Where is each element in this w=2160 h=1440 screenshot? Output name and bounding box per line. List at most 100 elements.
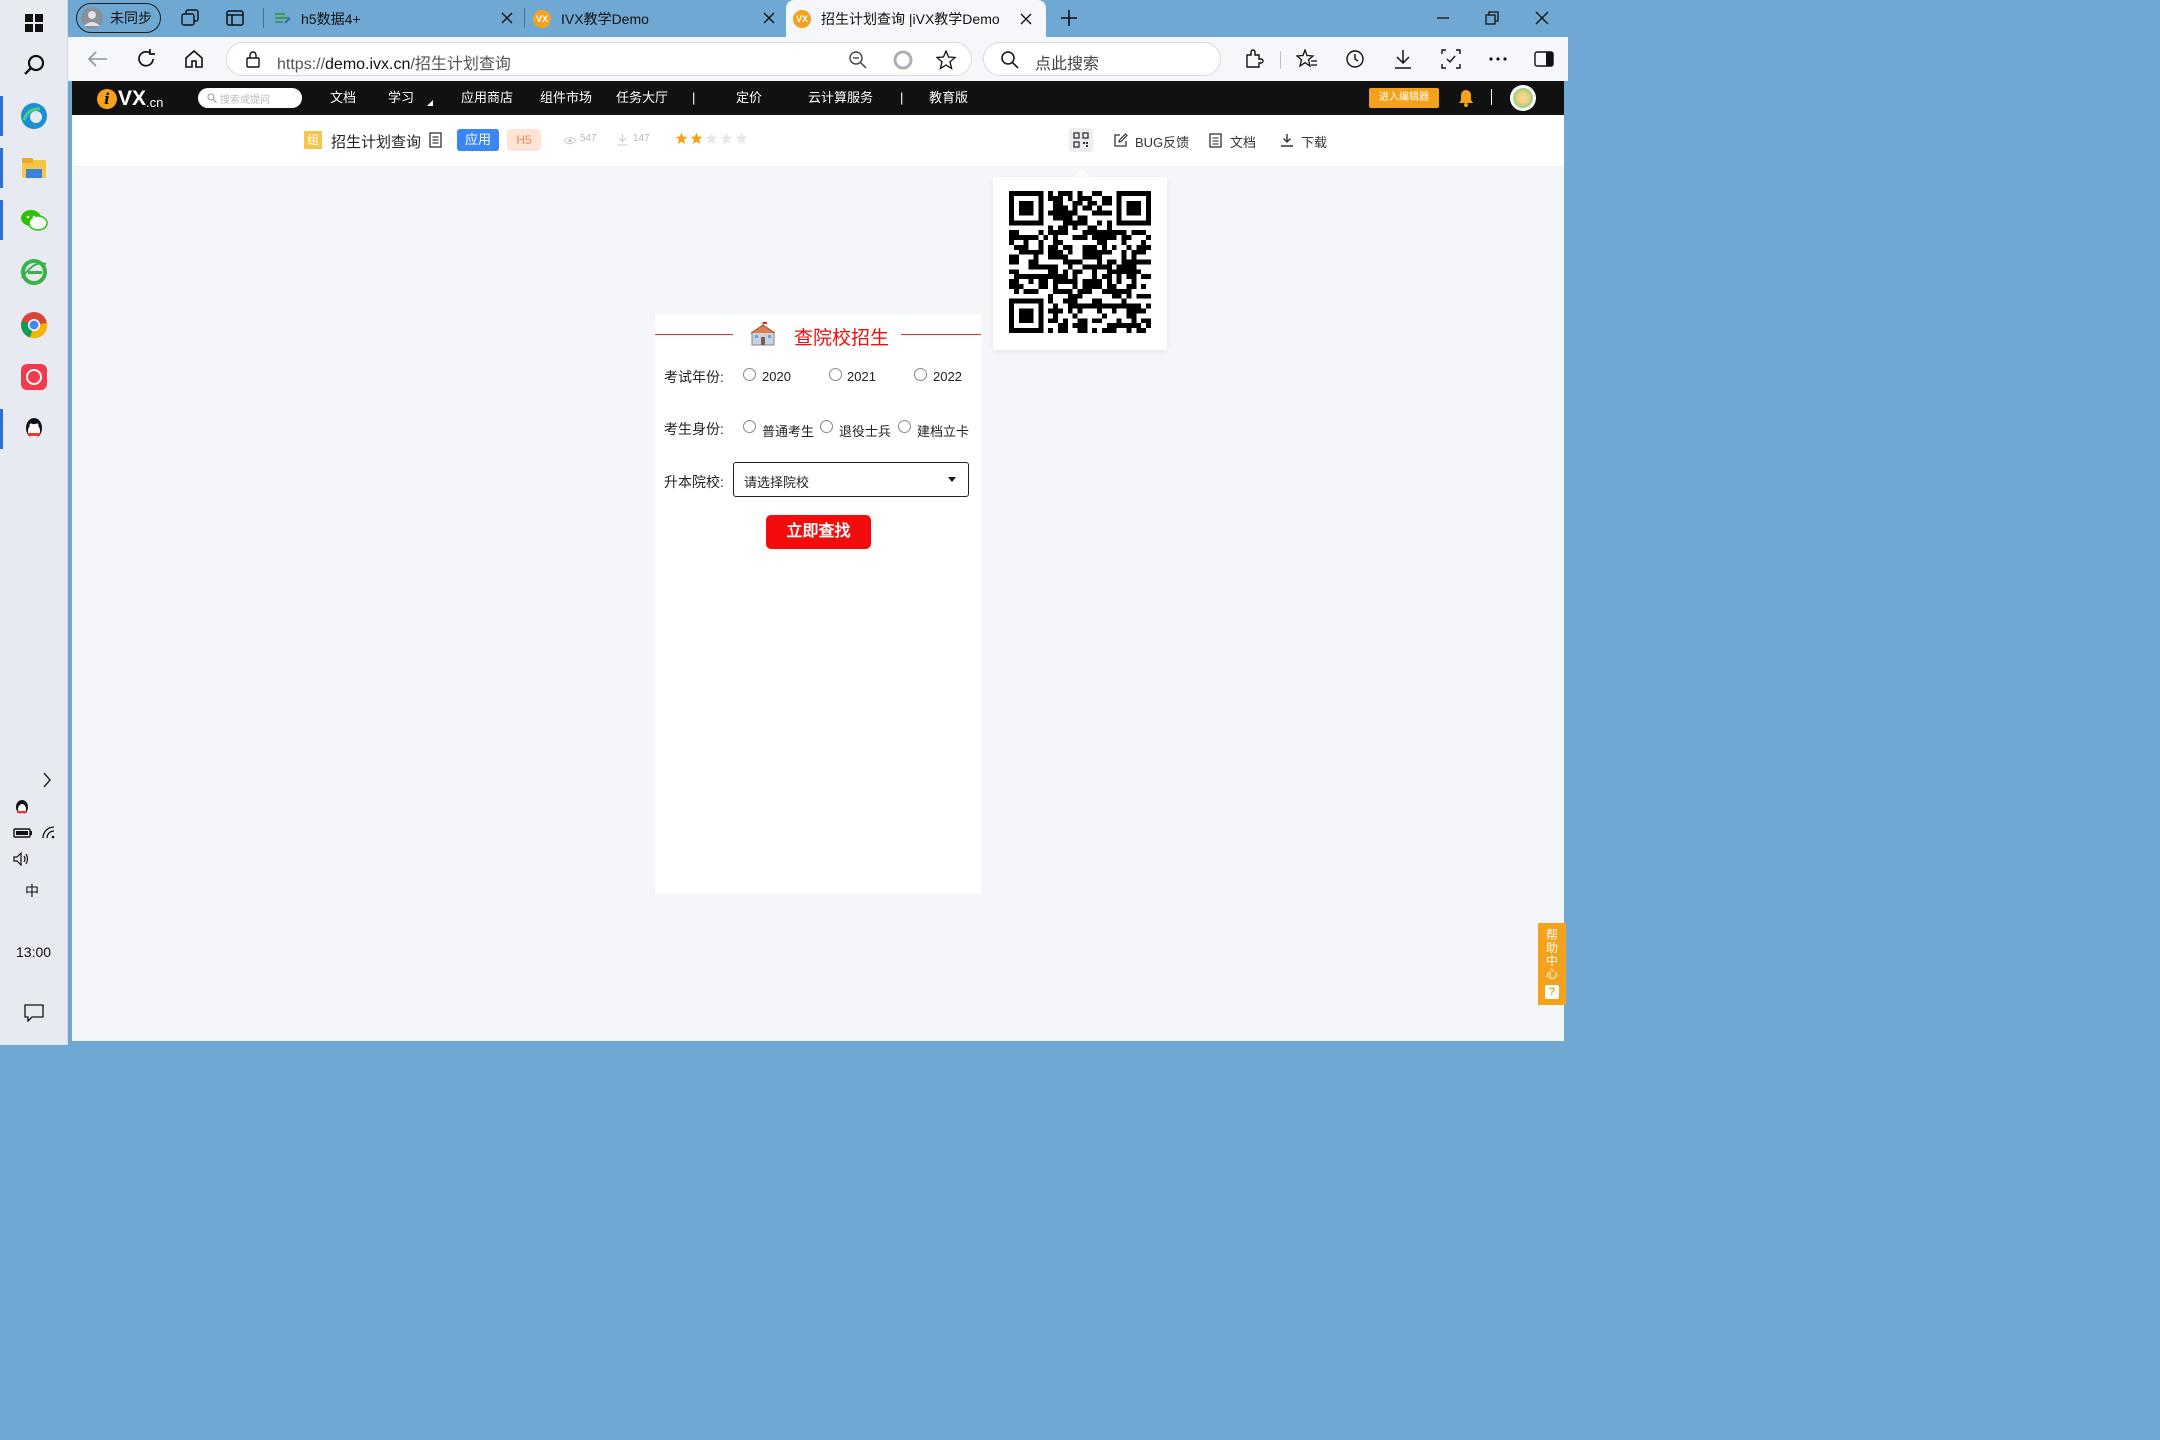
tab-ivx-demo[interactable]: VX IVX教学Demo <box>530 0 782 37</box>
app-preview-card: 查院校招生 考试年份: 2020 2021 2022 考生身份: 普通考生 退役… <box>655 314 981 894</box>
search-icon[interactable] <box>19 50 49 80</box>
web-search-bar[interactable]: 点此搜索 <box>983 42 1221 76</box>
document-icon[interactable] <box>429 132 442 148</box>
nav-app-store[interactable]: 应用商店 <box>461 81 513 115</box>
search-submit-button[interactable]: 立即查找 <box>766 515 871 549</box>
favorite-star-icon[interactable] <box>935 49 957 75</box>
caret-icon <box>427 100 433 106</box>
clock[interactable]: 13:00 <box>16 944 51 960</box>
history-icon[interactable] <box>1343 47 1367 71</box>
new-tab-icon[interactable] <box>1060 9 1078 32</box>
back-icon[interactable] <box>86 47 110 71</box>
close-icon[interactable] <box>763 11 775 27</box>
nav-learn[interactable]: 学习 <box>388 81 414 115</box>
radio-poverty[interactable] <box>898 420 911 433</box>
qr-code-button[interactable] <box>1069 128 1093 152</box>
download-link[interactable]: 下载 <box>1301 132 1327 151</box>
bug-feedback-link[interactable]: BUG反馈 <box>1135 132 1189 151</box>
file-explorer-icon[interactable] <box>19 153 49 183</box>
extensions-icon[interactable] <box>1242 47 1266 71</box>
wifi-icon[interactable] <box>41 825 57 844</box>
ime-indicator[interactable]: 中 <box>25 881 39 901</box>
favorites-icon[interactable] <box>1295 47 1319 71</box>
app-red-icon[interactable] <box>19 362 49 392</box>
tab-enrollment[interactable]: VX 招生计划查询 |iVX教学Demo <box>786 0 1046 37</box>
nav-education[interactable]: 教育版 <box>929 81 968 115</box>
star-empty-icon[interactable] <box>705 132 718 145</box>
screenshot-icon[interactable] <box>1439 47 1463 71</box>
radio-2021-label[interactable]: 2021 <box>847 369 876 384</box>
tab-actions-icon[interactable] <box>226 10 244 31</box>
edge-icon[interactable] <box>19 101 49 131</box>
ie-icon[interactable] <box>19 257 49 287</box>
zoom-out-icon[interactable] <box>849 51 867 74</box>
nav-cloud[interactable]: 云计算服务 <box>808 81 873 115</box>
wechat-icon[interactable] <box>19 205 49 235</box>
home-icon[interactable] <box>182 47 206 71</box>
radio-veteran[interactable] <box>820 420 833 433</box>
school-select[interactable]: 请选择院校 <box>733 462 969 497</box>
qq-icon[interactable] <box>19 414 49 444</box>
radio-2020-label[interactable]: 2020 <box>762 369 791 384</box>
radio-regular-label[interactable]: 普通考生 <box>762 421 814 440</box>
volume-icon[interactable] <box>13 851 31 871</box>
radio-2022-label[interactable]: 2022 <box>933 369 962 384</box>
windows-start-icon[interactable] <box>19 8 49 38</box>
star-filled-icon[interactable] <box>675 132 688 145</box>
ivx-logo-i-icon: i <box>97 89 117 109</box>
radio-poverty-label[interactable]: 建档立卡 <box>917 421 969 440</box>
h5-favicon-icon <box>275 12 291 24</box>
downloads-icon[interactable] <box>1391 47 1415 71</box>
more-icon[interactable] <box>1486 47 1510 71</box>
group-badge: 组 <box>304 131 322 149</box>
close-icon[interactable] <box>501 11 513 27</box>
radio-veteran-label[interactable]: 退役士兵 <box>839 421 891 440</box>
avatar[interactable] <box>1510 85 1536 111</box>
radio-regular[interactable] <box>743 420 756 433</box>
qr-code-image <box>1009 191 1151 333</box>
close-window-icon[interactable] <box>1535 11 1549 30</box>
nav-task-hall[interactable]: 任务大厅 <box>616 81 668 115</box>
logo-suffix: .cn <box>146 94 164 110</box>
sidebar-toggle-icon[interactable] <box>1532 47 1556 71</box>
radio-2021[interactable] <box>829 368 842 381</box>
docs-link[interactable]: 文档 <box>1230 132 1256 151</box>
profile-button[interactable]: 未同步 <box>76 3 161 33</box>
star-empty-icon[interactable] <box>720 132 733 145</box>
notification-icon[interactable] <box>24 1004 44 1027</box>
school-label: 升本院校: <box>664 474 724 490</box>
nav-component-market[interactable]: 组件市场 <box>540 81 592 115</box>
chevron-right-icon[interactable] <box>42 772 52 793</box>
qq-tray-icon[interactable] <box>14 799 30 822</box>
url-text[interactable]: https://demo.ivx.cn/招生计划查询 <box>277 50 511 74</box>
tab-h5[interactable]: h5数据4+ <box>270 0 522 37</box>
workspaces-icon[interactable] <box>180 9 200 32</box>
edit-icon <box>1114 133 1128 147</box>
minimize-icon[interactable] <box>1436 11 1450 30</box>
enter-editor-button[interactable]: 进入编辑器 <box>1369 88 1439 108</box>
close-icon[interactable] <box>1020 12 1032 28</box>
restore-icon[interactable] <box>1485 11 1499 30</box>
chevron-down-icon <box>948 477 956 482</box>
nav-docs[interactable]: 文档 <box>330 81 356 115</box>
chrome-icon[interactable] <box>19 310 49 340</box>
tag-h5: H5 <box>507 129 541 151</box>
nav-pricing[interactable]: 定价 <box>736 81 762 115</box>
ivx-logo[interactable]: i VX .cn <box>97 87 163 111</box>
edge-feature-icon[interactable] <box>893 50 913 75</box>
title-line-right <box>901 334 981 335</box>
radio-2020[interactable] <box>743 368 756 381</box>
qr-code-icon <box>1073 132 1089 148</box>
star-empty-icon[interactable] <box>735 132 748 145</box>
rating-stars[interactable] <box>675 132 748 145</box>
bell-icon[interactable] <box>1458 89 1474 107</box>
star-filled-icon[interactable] <box>690 132 703 145</box>
address-bar[interactable]: https://demo.ivx.cn/招生计划查询 <box>226 42 972 76</box>
lock-icon[interactable] <box>246 51 260 73</box>
battery-icon[interactable] <box>13 826 33 844</box>
site-search-input[interactable]: 搜索或提问 <box>198 88 302 108</box>
refresh-icon[interactable] <box>134 47 158 71</box>
title-line-left <box>655 334 733 335</box>
radio-2022[interactable] <box>914 368 927 381</box>
help-center-button[interactable]: 帮 助 中 心 ? <box>1538 923 1566 1005</box>
